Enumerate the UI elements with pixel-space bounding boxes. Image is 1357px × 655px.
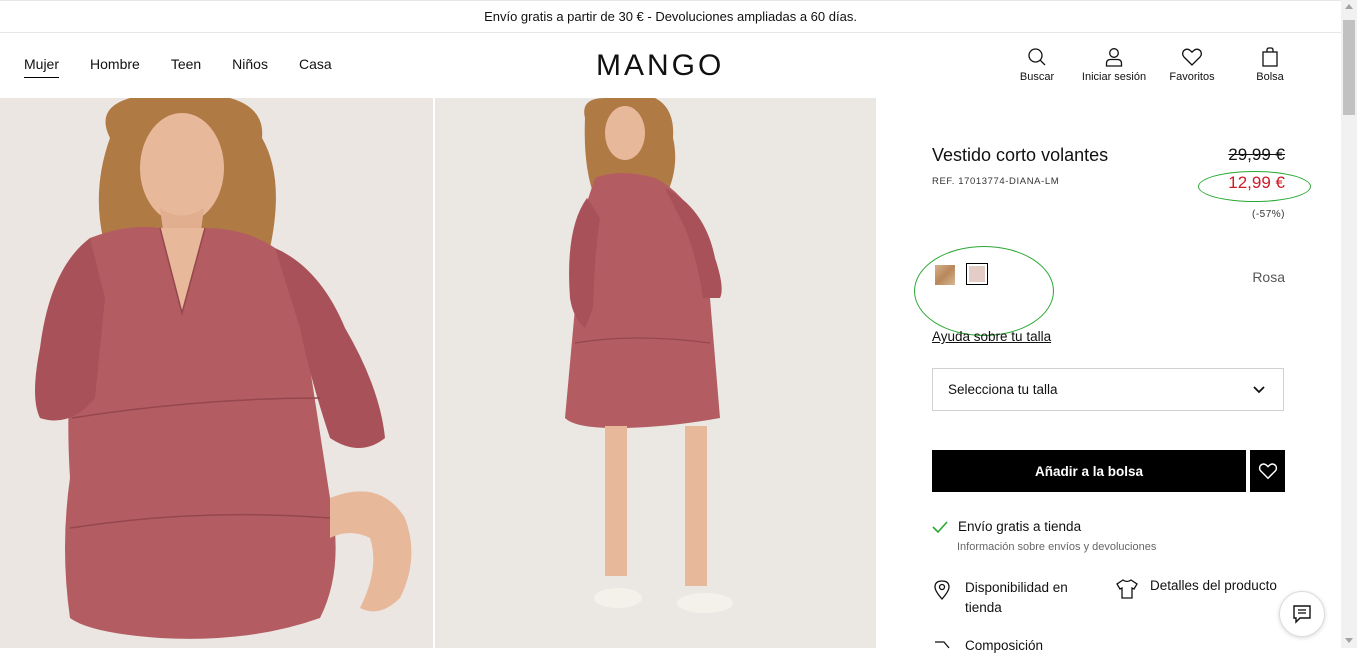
old-price: 29,99 € bbox=[1228, 145, 1285, 164]
main-nav: Mujer Hombre Teen Niños Casa bbox=[24, 56, 363, 78]
dress-closeup-illustration bbox=[35, 98, 412, 639]
promo-bar: Envío gratis a partir de 30 € - Devoluci… bbox=[0, 0, 1341, 33]
site-header: Mujer Hombre Teen Niños Casa MANGO Busca… bbox=[0, 33, 1341, 98]
chevron-down-icon bbox=[1253, 386, 1265, 394]
bag-label: Bolsa bbox=[1256, 71, 1284, 83]
heart-icon bbox=[1258, 463, 1277, 480]
search-label: Buscar bbox=[1019, 71, 1055, 83]
favorites-button[interactable]: Favoritos bbox=[1166, 47, 1218, 83]
product-image-full[interactable] bbox=[435, 98, 876, 648]
page-scrollbar[interactable] bbox=[1341, 0, 1357, 648]
product-title: Vestido corto volantes bbox=[932, 145, 1109, 165]
heart-icon bbox=[1181, 48, 1203, 66]
login-button[interactable]: Iniciar sesión bbox=[1078, 47, 1150, 83]
bag-icon bbox=[1262, 47, 1278, 67]
size-select-label: Selecciona tu talla bbox=[948, 382, 1058, 397]
scroll-down-arrow-icon[interactable] bbox=[1345, 638, 1353, 643]
header-tools: Buscar Iniciar sesión Favoritos Bolsa bbox=[1000, 47, 1300, 97]
selected-color-name: Rosa bbox=[1252, 269, 1285, 285]
chat-icon bbox=[1293, 605, 1311, 624]
bag-button[interactable]: Bolsa bbox=[1250, 47, 1290, 83]
color-swatch-rosa[interactable] bbox=[966, 263, 988, 285]
location-pin-icon bbox=[934, 580, 950, 600]
add-to-favorites-button[interactable] bbox=[1250, 450, 1285, 492]
dress-full-illustration bbox=[565, 98, 733, 613]
shipping-info-link[interactable]: Información sobre envíos y devoluciones bbox=[957, 541, 1156, 553]
check-icon bbox=[932, 521, 948, 533]
price-highlight-ellipse bbox=[1198, 171, 1311, 202]
product-image-closeup[interactable] bbox=[0, 98, 433, 648]
nav-item-ninos[interactable]: Niños bbox=[232, 56, 268, 78]
product-info-panel: Vestido corto volantes REF. 17013774-DIA… bbox=[876, 98, 1341, 653]
product-details-text: Detalles del producto bbox=[1150, 578, 1277, 593]
promo-text: Envío gratis a partir de 30 € - Devoluci… bbox=[484, 9, 857, 24]
add-to-bag-button[interactable]: Añadir a la bolsa bbox=[932, 450, 1246, 492]
nav-item-teen[interactable]: Teen bbox=[171, 56, 201, 78]
favorites-label: Favoritos bbox=[1169, 71, 1215, 83]
mango-logo[interactable]: MANGO bbox=[596, 49, 724, 83]
search-button[interactable]: Buscar bbox=[1017, 47, 1057, 83]
color-swatch-camel[interactable] bbox=[935, 265, 955, 285]
login-label: Iniciar sesión bbox=[1081, 71, 1147, 83]
chat-button[interactable] bbox=[1279, 591, 1325, 637]
product-reference: REF. 17013774-DIANA-LM bbox=[932, 176, 1060, 187]
scroll-up-arrow-icon[interactable] bbox=[1345, 4, 1353, 9]
nav-item-casa[interactable]: Casa bbox=[299, 56, 332, 78]
composition-icon bbox=[935, 641, 950, 649]
tshirt-icon bbox=[1116, 579, 1138, 599]
color-highlight-ellipse bbox=[914, 246, 1054, 336]
nav-item-hombre[interactable]: Hombre bbox=[90, 56, 140, 78]
size-help-link[interactable]: Ayuda sobre tu talla bbox=[932, 329, 1051, 344]
search-icon bbox=[1028, 48, 1046, 66]
composition-text: Composición bbox=[965, 638, 1044, 653]
color-swatch-rosa-fill bbox=[969, 266, 985, 282]
nav-item-mujer[interactable]: Mujer bbox=[24, 56, 60, 78]
discount-badge: (-57%) bbox=[1251, 209, 1285, 220]
user-icon bbox=[1105, 48, 1123, 67]
free-shipping-text: Envío gratis a tienda bbox=[958, 519, 1082, 534]
size-select[interactable]: Selecciona tu talla bbox=[932, 368, 1284, 411]
scrollbar-thumb[interactable] bbox=[1343, 20, 1355, 115]
store-availability-text: Disponibilidad en tienda bbox=[965, 580, 1068, 615]
